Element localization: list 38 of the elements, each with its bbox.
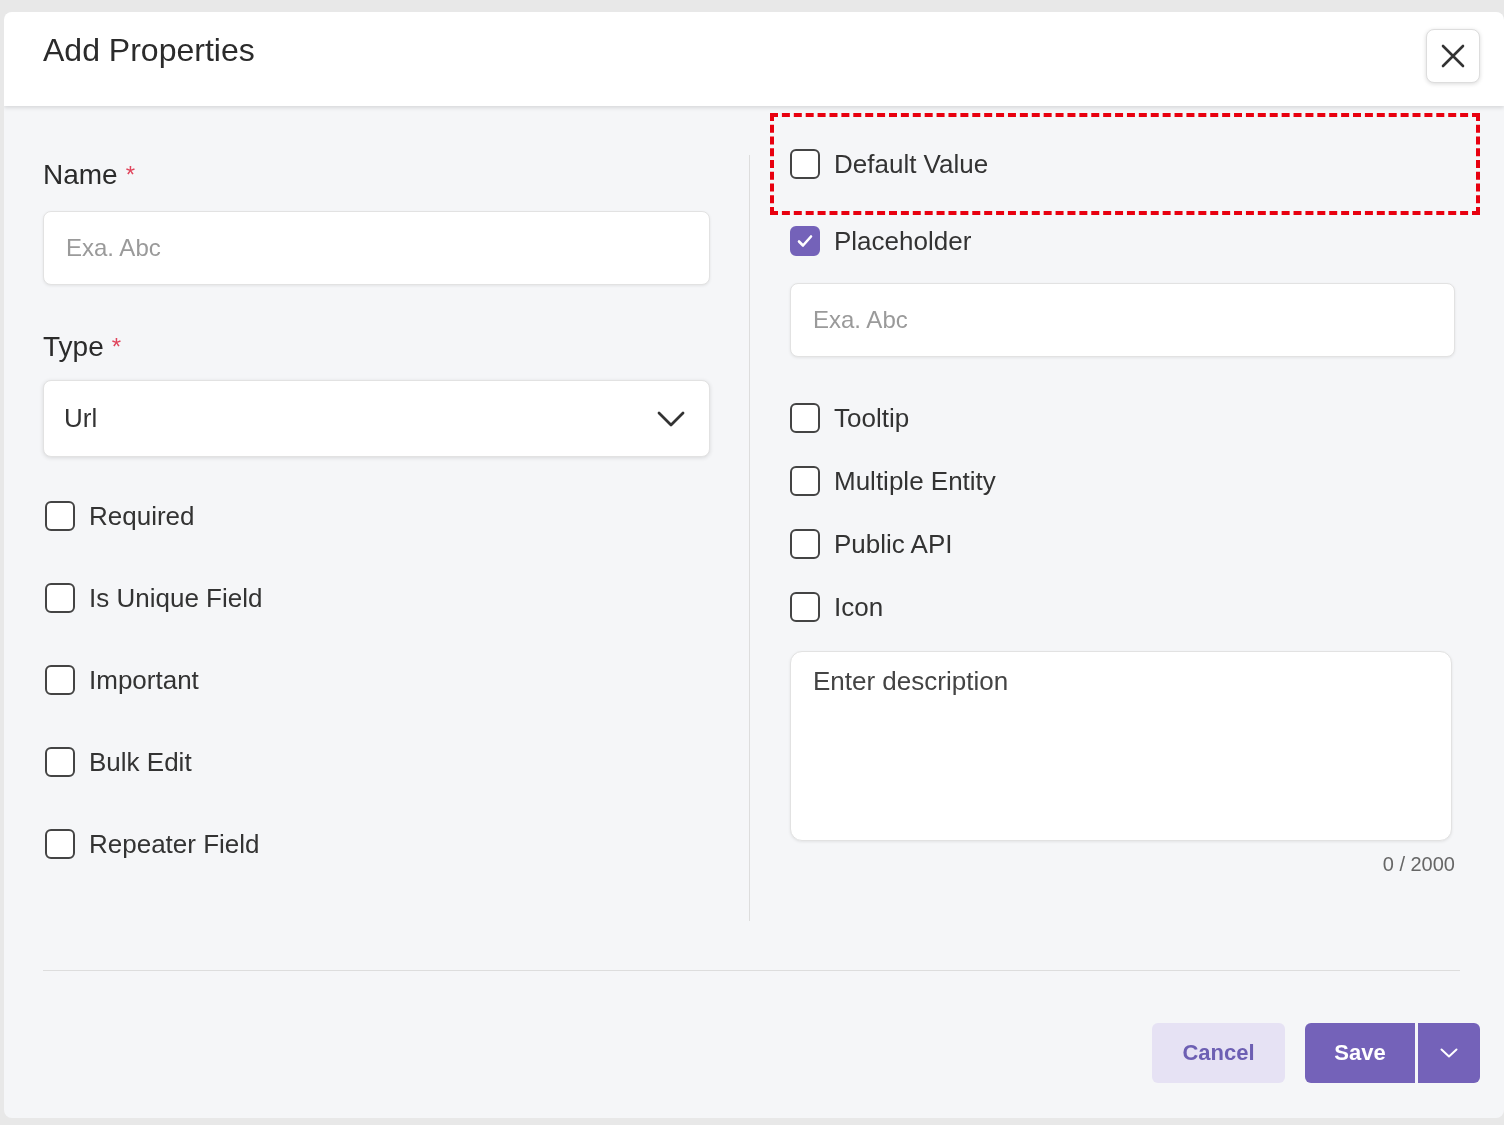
type-dropdown[interactable]: Url [43,380,710,457]
checkbox[interactable] [45,665,75,695]
save-button[interactable]: Save [1305,1023,1415,1083]
required-mark: * [111,332,122,362]
checkbox-label: Important [89,664,199,696]
checkbox[interactable] [790,466,820,496]
checkbox-label: Required [89,500,195,532]
checkbox[interactable] [45,829,75,859]
cancel-button[interactable]: Cancel [1152,1023,1285,1083]
checkbox[interactable] [45,747,75,777]
checkbox[interactable] [790,529,820,559]
field-label: Type [43,330,104,364]
checkbox[interactable] [45,583,75,613]
checkbox[interactable] [790,226,820,256]
placeholder-field[interactable]: Exa. Abc [790,283,1455,357]
checkbox[interactable] [45,501,75,531]
checkbox-label: Default Value [834,148,989,180]
chevron-down-icon [657,410,685,427]
description-field[interactable]: Enter description [790,651,1452,841]
field-label: Name [43,158,118,192]
checkbox-label: Repeater Field [89,828,260,860]
checkbox-label: Public API [834,528,953,560]
close-button[interactable] [1426,29,1480,83]
character-counter: 0 / 2000 [1382,853,1455,876]
dialog-title: Add Properties [43,31,255,69]
checkbox-label: Bulk Edit [89,746,192,778]
checkbox[interactable] [790,403,820,433]
checkbox-label: Is Unique Field [89,582,263,614]
checkbox[interactable] [790,149,820,179]
checkbox-label: Placeholder [834,225,972,257]
checkbox[interactable] [790,592,820,622]
required-mark: * [125,160,136,190]
chevron-down-icon [1440,1048,1458,1058]
checkbox-label: Multiple Entity [834,465,996,497]
text-field[interactable]: Exa. Abc [43,211,710,285]
close-icon [1440,43,1466,69]
checkbox-label: Tooltip [834,402,910,434]
checkbox-label: Icon [834,591,884,623]
